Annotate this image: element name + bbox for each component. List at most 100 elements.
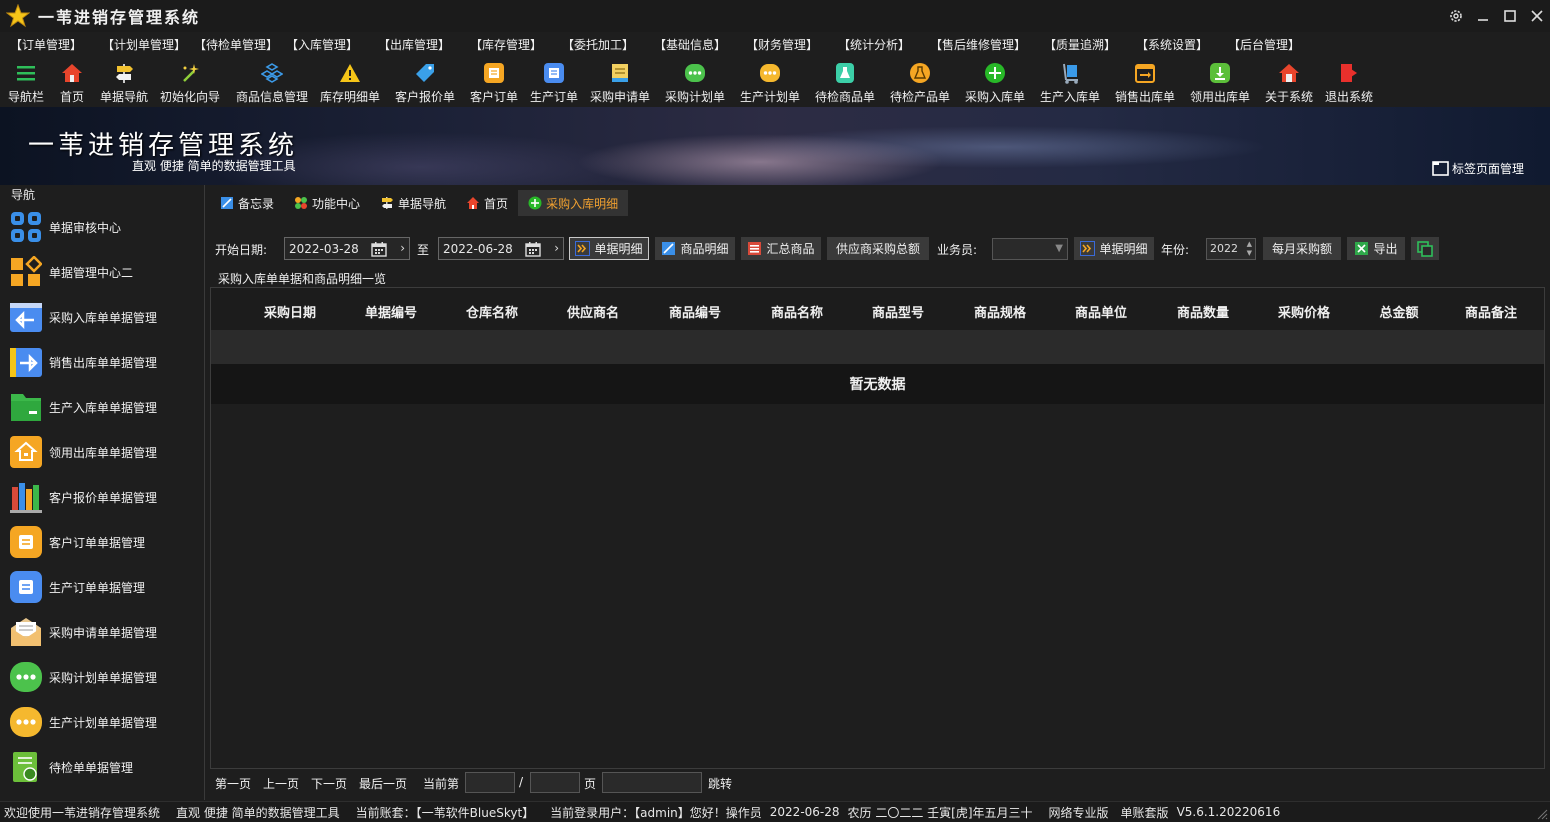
jump-link[interactable]: 跳转	[708, 775, 732, 792]
tool-production-inbound[interactable]: 生产入库单	[1040, 57, 1100, 107]
menu-quality-trace[interactable]: 【质量追溯】	[1044, 36, 1136, 53]
col-goods-model[interactable]: 商品型号	[872, 302, 924, 321]
tool-doc-nav[interactable]: 单据导航	[100, 57, 148, 107]
tool-purchase-inbound[interactable]: 采购入库单	[965, 57, 1025, 107]
chevron-right-icon[interactable]: ›	[554, 241, 559, 255]
calendar-icon[interactable]	[525, 241, 541, 257]
first-page-link[interactable]: 第一页	[215, 775, 251, 792]
doc-detail-button-2[interactable]: 单据明细	[1074, 237, 1154, 260]
export-button[interactable]: 导出	[1347, 237, 1405, 260]
menu-inbound-management[interactable]: 【入库管理】	[286, 36, 378, 53]
menu-inventory-management[interactable]: 【库存管理】	[470, 36, 562, 53]
copy-window-button[interactable]	[1411, 237, 1439, 260]
tool-production-plan[interactable]: 生产计划单	[740, 57, 800, 107]
jump-page-input[interactable]	[602, 772, 702, 793]
menu-order-management[interactable]: 【订单管理】	[10, 36, 102, 53]
col-goods-quantity[interactable]: 商品数量	[1177, 302, 1229, 321]
tab-memo[interactable]: 备忘录	[210, 190, 284, 216]
maximize-button[interactable]	[1496, 0, 1523, 32]
current-page-input[interactable]	[465, 772, 515, 793]
menu-statistics[interactable]: 【统计分析】	[838, 36, 930, 53]
tool-pending-products[interactable]: 待检产品单	[890, 57, 950, 107]
tool-purchase-plan[interactable]: 采购计划单	[665, 57, 725, 107]
sidebar-item-doc-review-center[interactable]: 单据审核中心	[0, 205, 204, 249]
start-date-picker[interactable]: 2022-03-28 ›	[284, 237, 410, 260]
col-goods-name[interactable]: 商品名称	[771, 302, 823, 321]
sidebar-item-pending-inspection[interactable]: 待检单单据管理	[0, 745, 204, 789]
col-goods-remark[interactable]: 商品备注	[1465, 302, 1517, 321]
sidebar-item-production-plan[interactable]: 生产计划单单据管理	[0, 700, 204, 744]
tool-pending-goods[interactable]: 待检商品单	[815, 57, 875, 107]
col-goods-spec[interactable]: 商品规格	[974, 302, 1026, 321]
settings-gear-icon[interactable]	[1442, 0, 1469, 32]
col-goods-unit[interactable]: 商品单位	[1075, 302, 1127, 321]
menu-finance[interactable]: 【财务管理】	[746, 36, 838, 53]
menu-inspection-management[interactable]: 【待检单管理】	[194, 36, 286, 53]
next-page-link[interactable]: 下一页	[311, 775, 347, 792]
tool-goods-info[interactable]: 商品信息管理	[236, 57, 308, 107]
menu-plan-management[interactable]: 【计划单管理】	[102, 36, 194, 53]
tab-home[interactable]: 首页	[456, 190, 518, 216]
tool-customer-quote[interactable]: 客户报价单	[395, 57, 455, 107]
prev-page-link[interactable]: 上一页	[263, 775, 299, 792]
tool-home[interactable]: 首页	[60, 57, 84, 107]
salesman-select[interactable]: ▼	[992, 238, 1068, 260]
tool-about[interactable]: 关于系统	[1265, 57, 1313, 107]
minimize-button[interactable]	[1469, 0, 1496, 32]
col-purchase-price[interactable]: 采购价格	[1278, 302, 1330, 321]
total-pages-input[interactable]	[530, 772, 580, 793]
status-date: 2022-06-28	[769, 805, 840, 819]
tool-production-order[interactable]: 生产订单	[530, 57, 578, 107]
sidebar-item-production-inbound[interactable]: 生产入库单单据管理	[0, 385, 204, 429]
tool-sales-outbound[interactable]: 销售出库单	[1115, 57, 1175, 107]
doc-detail-button[interactable]: 单据明细	[569, 237, 649, 260]
summary-goods-button[interactable]: 汇总商品	[741, 237, 821, 260]
menu-outsourcing[interactable]: 【委托加工】	[562, 36, 654, 53]
supplier-total-button[interactable]: 供应商采购总额	[827, 237, 929, 260]
menu-system-settings[interactable]: 【系统设置】	[1136, 36, 1228, 53]
col-goods-code[interactable]: 商品编号	[669, 302, 721, 321]
menu-basic-info[interactable]: 【基础信息】	[654, 36, 746, 53]
menu-outbound-management[interactable]: 【出库管理】	[378, 36, 470, 53]
sidebar-item-production-order[interactable]: 生产订单单据管理	[0, 565, 204, 609]
sidebar-item-doc-center-two[interactable]: 单据管理中心二	[0, 250, 204, 294]
sidebar-item-customer-quote[interactable]: 客户报价单单据管理	[0, 475, 204, 519]
col-total-amount[interactable]: 总金额	[1379, 302, 1418, 321]
last-page-link[interactable]: 最后一页	[359, 775, 407, 792]
tool-customer-order[interactable]: 客户订单	[470, 57, 518, 107]
empty-state-text: 暂无数据	[849, 377, 906, 393]
close-button[interactable]	[1523, 0, 1550, 32]
col-supplier-name[interactable]: 供应商名	[567, 302, 619, 321]
chevron-right-icon[interactable]: ›	[400, 241, 405, 255]
excel-icon	[1354, 241, 1369, 256]
sidebar-item-purchase-inbound[interactable]: 采购入库单单据管理	[0, 295, 204, 339]
tool-inventory-detail[interactable]: 库存明细单	[320, 57, 380, 107]
tool-exit[interactable]: 退出系统	[1325, 57, 1373, 107]
sidebar-item-sales-outbound[interactable]: 销售出库单单据管理	[0, 340, 204, 384]
resize-grip-icon[interactable]	[1536, 808, 1548, 820]
calendar-icon[interactable]	[371, 241, 387, 257]
sidebar-item-requisition-outbound[interactable]: 领用出库单单据管理	[0, 430, 204, 474]
year-spinner[interactable]: 2022 ▲ ▼	[1206, 238, 1256, 260]
col-doc-number[interactable]: 单据编号	[365, 302, 417, 321]
sidebar-item-customer-order[interactable]: 客户订单单据管理	[0, 520, 204, 564]
menu-after-sales[interactable]: 【售后维修管理】	[930, 36, 1044, 53]
col-warehouse-name[interactable]: 仓库名称	[466, 302, 518, 321]
tab-purchase-inbound-detail[interactable]: 采购入库明细	[518, 190, 629, 216]
chat-dots-icon	[10, 706, 42, 738]
tab-page-manage-button[interactable]: 标签页面管理	[1432, 159, 1524, 177]
menu-backend[interactable]: 【后台管理】	[1228, 36, 1320, 53]
sidebar-item-purchase-plan[interactable]: 采购计划单单据管理	[0, 655, 204, 699]
spinner-arrows-icon[interactable]: ▲ ▼	[1247, 240, 1252, 258]
col-purchase-date[interactable]: 采购日期	[264, 302, 316, 321]
sidebar-item-purchase-request[interactable]: 采购申请单单据管理	[0, 610, 204, 654]
tab-function-center[interactable]: 功能中心	[284, 190, 370, 216]
end-date-picker[interactable]: 2022-06-28 ›	[438, 237, 564, 260]
tool-navbar[interactable]: 导航栏	[8, 57, 44, 107]
monthly-purchase-button[interactable]: 每月采购额	[1263, 237, 1341, 260]
tool-purchase-request[interactable]: 采购申请单	[590, 57, 650, 107]
tool-requisition-outbound[interactable]: 领用出库单	[1190, 57, 1250, 107]
tab-doc-nav[interactable]: 单据导航	[370, 190, 456, 216]
goods-detail-button[interactable]: 商品明细	[655, 237, 735, 260]
tool-init-wizard[interactable]: 初始化向导	[160, 57, 220, 107]
